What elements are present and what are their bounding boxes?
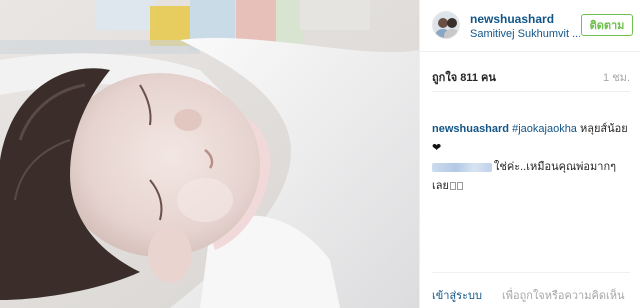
post-username[interactable]: newshuashard [470,12,554,26]
avatar[interactable] [432,11,460,39]
follow-button[interactable]: ติดตาม [581,14,633,36]
caption-text-1: หลุยส์น้อย [580,123,628,135]
caption-line-1: newshuashard #jaokajaokha หลุยส์น้อย ❤ [432,120,632,158]
likes-count[interactable]: ถูกใจ 811 คน [432,68,496,86]
caption-line-3: เลย [432,177,632,196]
heart-emoji-icon: ❤ [432,142,442,154]
emoji-placeholder-icon [456,182,463,191]
emoji-placeholder-icon [449,182,456,191]
caption-line-2: ใช่ค่ะ..เหมือนคุณพ่อมากๆ [432,158,632,177]
login-link[interactable]: เข้าสู่ระบบ [432,286,482,304]
baby-photo-illustration [0,0,419,308]
caption-hashtag[interactable]: #jaokajaokha [512,123,577,135]
post-header: newshuashard Samitivej Sukhumvit ... ติด… [420,0,640,52]
post-timestamp[interactable]: 1 ชม. [603,68,630,86]
post-caption: newshuashard #jaokajaokha หลุยส์น้อย ❤ ใช… [432,120,632,196]
login-prompt: เพื่อถูกใจหรือความคิดเห็น [502,290,625,302]
post-footer: เข้าสู่ระบบ เพื่อถูกใจหรือความคิดเห็น [432,272,630,308]
caption-username[interactable]: newshuashard [432,123,509,135]
avatar-image [433,12,459,38]
post-location[interactable]: Samitivej Sukhumvit ... [470,28,580,40]
blurred-mention [432,162,492,172]
caption-text-2: ใช่ค่ะ..เหมือนคุณพ่อมากๆ [494,161,617,173]
post-photo[interactable] [0,0,419,308]
post-meta: ถูกใจ 811 คน 1 ชม. [432,52,630,92]
post-sidebar: newshuashard Samitivej Sukhumvit ... ติด… [419,0,640,308]
caption-text-3: เลย [432,180,449,192]
